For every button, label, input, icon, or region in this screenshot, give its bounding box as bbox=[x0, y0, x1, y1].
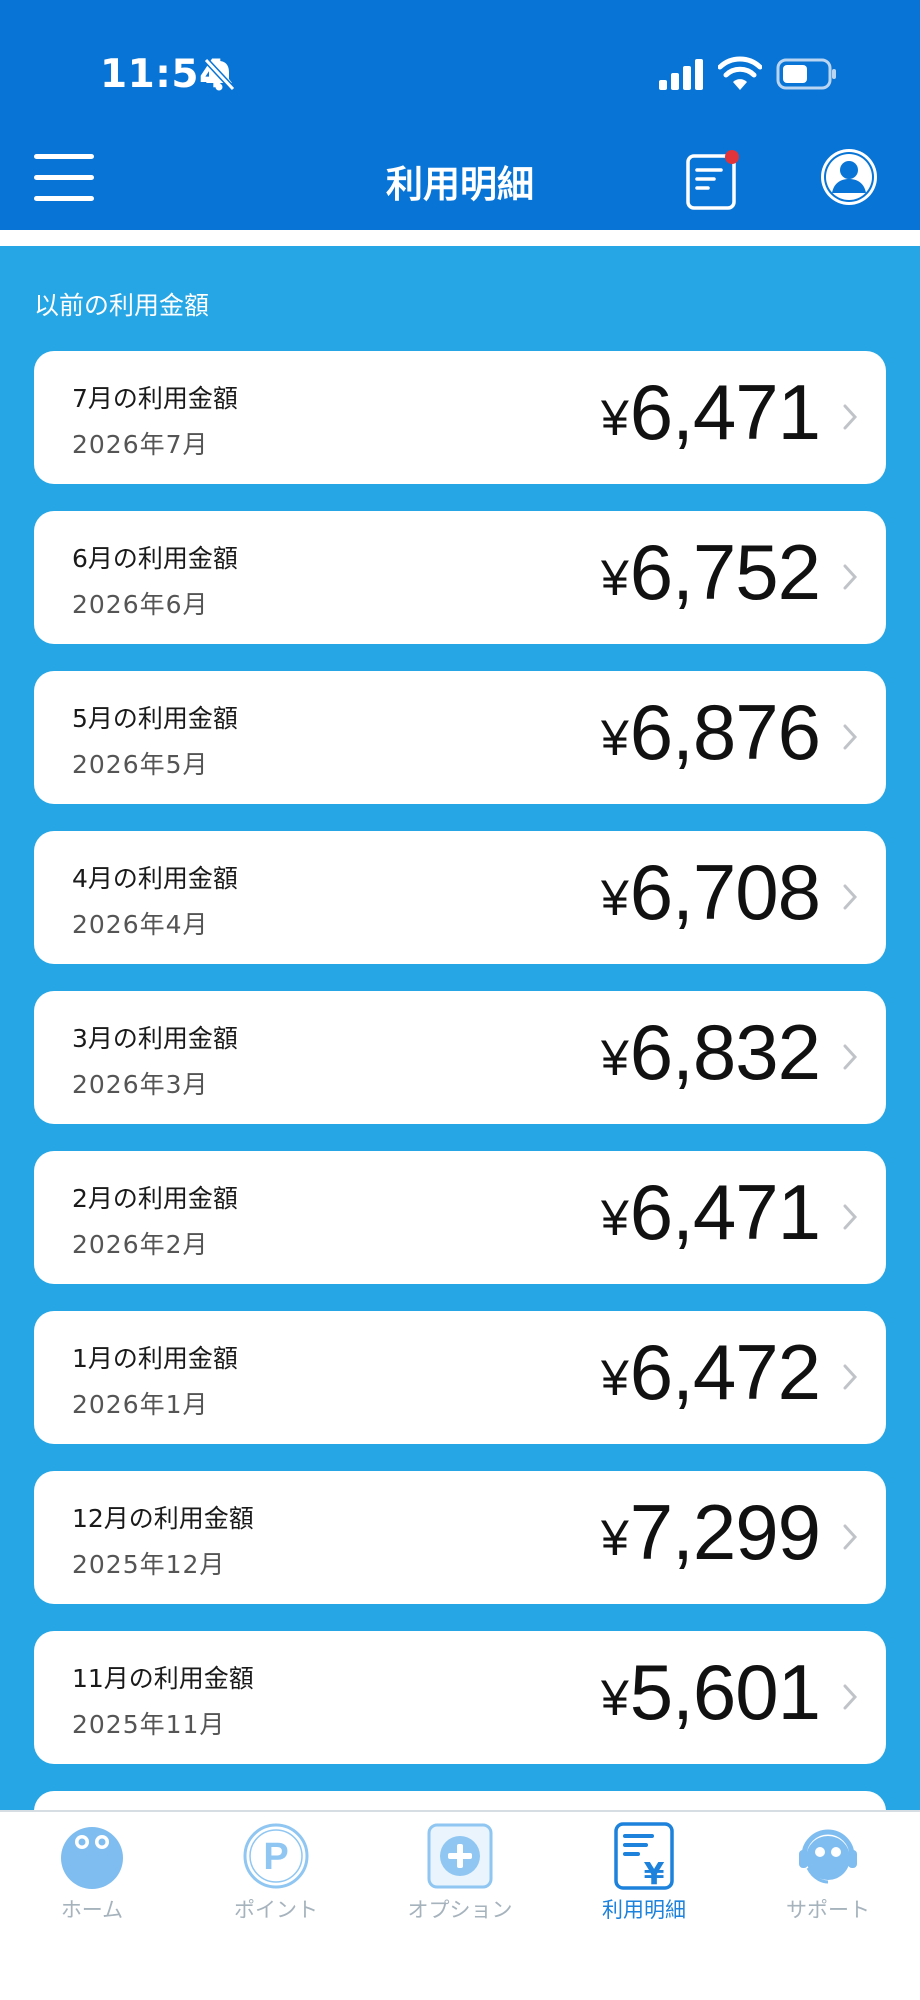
chevron-right-icon bbox=[843, 884, 858, 910]
statement-card[interactable]: 11月の利用金額 2025年11月 ¥5,601 bbox=[34, 1631, 886, 1764]
tab-label: サポート bbox=[786, 1898, 870, 1922]
chevron-right-icon bbox=[843, 724, 858, 750]
statement-card[interactable]: 4月の利用金額 2026年4月 ¥6,708 bbox=[34, 831, 886, 964]
statement-amount: ¥6,471 bbox=[600, 373, 821, 451]
statement-amount: ¥5,601 bbox=[600, 1653, 821, 1731]
statement-date: 2026年4月 bbox=[72, 910, 209, 939]
wifi-icon bbox=[718, 56, 762, 90]
bell-slash-icon bbox=[203, 57, 236, 92]
statement-date: 2026年3月 bbox=[72, 1070, 209, 1099]
statement-label: 12月の利用金額 bbox=[72, 1504, 254, 1533]
chevron-right-icon bbox=[843, 1684, 858, 1710]
currency-symbol: ¥ bbox=[600, 390, 629, 446]
svg-text:¥: ¥ bbox=[644, 1857, 665, 1890]
tab-label: ホーム bbox=[60, 1898, 124, 1922]
amount-value: 7,299 bbox=[629, 1488, 821, 1576]
statement-amount: ¥7,299 bbox=[600, 1493, 821, 1571]
statement-date: 2026年2月 bbox=[72, 1230, 209, 1259]
statement-card[interactable]: 5月の利用金額 2026年5月 ¥6,876 bbox=[34, 671, 886, 804]
amount-value: 6,471 bbox=[629, 1168, 821, 1256]
statement-date: 2026年1月 bbox=[72, 1390, 209, 1419]
profile-icon[interactable] bbox=[818, 146, 880, 208]
statement-amount: ¥6,708 bbox=[600, 853, 821, 931]
statement-amount: ¥6,752 bbox=[600, 533, 821, 611]
app-root: 11:54 利用明細 以前の利用金額 7月の利用金額 2026年7月 ¥6,47… bbox=[0, 0, 920, 2000]
currency-symbol: ¥ bbox=[600, 550, 629, 606]
tab-bar: ホーム P ポイント オプション ¥ 利用明細 サポート bbox=[0, 1810, 920, 2000]
statement-label: 6月の利用金額 bbox=[72, 544, 238, 573]
statement-date: 2025年11月 bbox=[72, 1710, 226, 1739]
tab-home[interactable]: ホーム bbox=[0, 1812, 184, 1932]
statement-label: 2月の利用金額 bbox=[72, 1184, 238, 1213]
currency-symbol: ¥ bbox=[600, 1190, 629, 1246]
statement-card[interactable]: 1月の利用金額 2026年1月 ¥6,472 bbox=[34, 1311, 886, 1444]
statement-amount: ¥6,472 bbox=[600, 1333, 821, 1411]
currency-symbol: ¥ bbox=[600, 710, 629, 766]
statement-card[interactable]: 7月の利用金額 2026年7月 ¥6,471 bbox=[34, 351, 886, 484]
tab-label: オプション bbox=[407, 1898, 513, 1922]
chevron-right-icon bbox=[843, 1044, 858, 1070]
tab-label: 利用明細 bbox=[602, 1898, 686, 1922]
statement-label: 11月の利用金額 bbox=[72, 1664, 254, 1693]
statement-card-partial[interactable] bbox=[34, 1791, 886, 1810]
statement-date: 2026年7月 bbox=[72, 430, 209, 459]
status-bar: 11:54 bbox=[0, 0, 920, 140]
tab-option[interactable]: オプション bbox=[368, 1812, 552, 1932]
statement-date: 2026年5月 bbox=[72, 750, 209, 779]
statement-label: 5月の利用金額 bbox=[72, 704, 238, 733]
statement-label: 1月の利用金額 bbox=[72, 1344, 238, 1373]
currency-symbol: ¥ bbox=[600, 1350, 629, 1406]
tab-point[interactable]: P ポイント bbox=[184, 1812, 368, 1932]
amount-value: 6,876 bbox=[629, 688, 821, 776]
amount-value: 6,471 bbox=[629, 368, 821, 456]
chevron-right-icon bbox=[843, 1364, 858, 1390]
statement-card[interactable]: 3月の利用金額 2026年3月 ¥6,832 bbox=[34, 991, 886, 1124]
amount-value: 6,752 bbox=[629, 528, 821, 616]
tab-statement[interactable]: ¥ 利用明細 bbox=[552, 1812, 736, 1932]
currency-symbol: ¥ bbox=[600, 1510, 629, 1566]
amount-value: 6,472 bbox=[629, 1328, 821, 1416]
header: 11:54 利用明細 bbox=[0, 0, 920, 230]
statement-card[interactable]: 2月の利用金額 2026年2月 ¥6,471 bbox=[34, 1151, 886, 1284]
battery-icon bbox=[776, 58, 836, 90]
statement-yen-icon: ¥ bbox=[614, 1822, 674, 1890]
tab-label: ポイント bbox=[234, 1898, 318, 1922]
statement-date: 2026年6月 bbox=[72, 590, 209, 619]
statement-amount: ¥6,471 bbox=[600, 1173, 821, 1251]
statement-label: 7月の利用金額 bbox=[72, 384, 238, 413]
statement-label: 3月の利用金額 bbox=[72, 1024, 238, 1053]
amount-value: 6,708 bbox=[629, 848, 821, 936]
point-icon: P bbox=[243, 1823, 309, 1889]
amount-value: 5,601 bbox=[629, 1648, 821, 1736]
statement-card[interactable]: 12月の利用金額 2025年12月 ¥7,299 bbox=[34, 1471, 886, 1604]
notice-icon[interactable] bbox=[684, 146, 742, 212]
statement-amount: ¥6,832 bbox=[600, 1013, 821, 1091]
currency-symbol: ¥ bbox=[600, 1670, 629, 1726]
statement-amount: ¥6,876 bbox=[600, 693, 821, 771]
statement-list: 以前の利用金額 7月の利用金額 2026年7月 ¥6,471 6月の利用金額 2… bbox=[0, 246, 920, 1810]
home-character-icon bbox=[61, 1827, 123, 1889]
page-title: 利用明細 bbox=[386, 163, 534, 206]
tab-support[interactable]: サポート bbox=[736, 1812, 920, 1932]
statement-date: 2025年12月 bbox=[72, 1550, 226, 1579]
currency-symbol: ¥ bbox=[600, 1030, 629, 1086]
amount-value: 6,832 bbox=[629, 1008, 821, 1096]
statement-card[interactable]: 6月の利用金額 2026年6月 ¥6,752 bbox=[34, 511, 886, 644]
section-title: 以前の利用金額 bbox=[34, 291, 210, 320]
option-plus-icon bbox=[427, 1823, 493, 1889]
signal-icon bbox=[659, 59, 703, 90]
svg-text:P: P bbox=[263, 1836, 288, 1878]
chevron-right-icon bbox=[843, 1524, 858, 1550]
chevron-right-icon bbox=[843, 564, 858, 590]
chevron-right-icon bbox=[843, 404, 858, 430]
support-headset-icon bbox=[799, 1829, 857, 1884]
chevron-right-icon bbox=[843, 1204, 858, 1230]
statement-label: 4月の利用金額 bbox=[72, 864, 238, 893]
nav-bar: 利用明細 bbox=[0, 140, 920, 230]
currency-symbol: ¥ bbox=[600, 870, 629, 926]
